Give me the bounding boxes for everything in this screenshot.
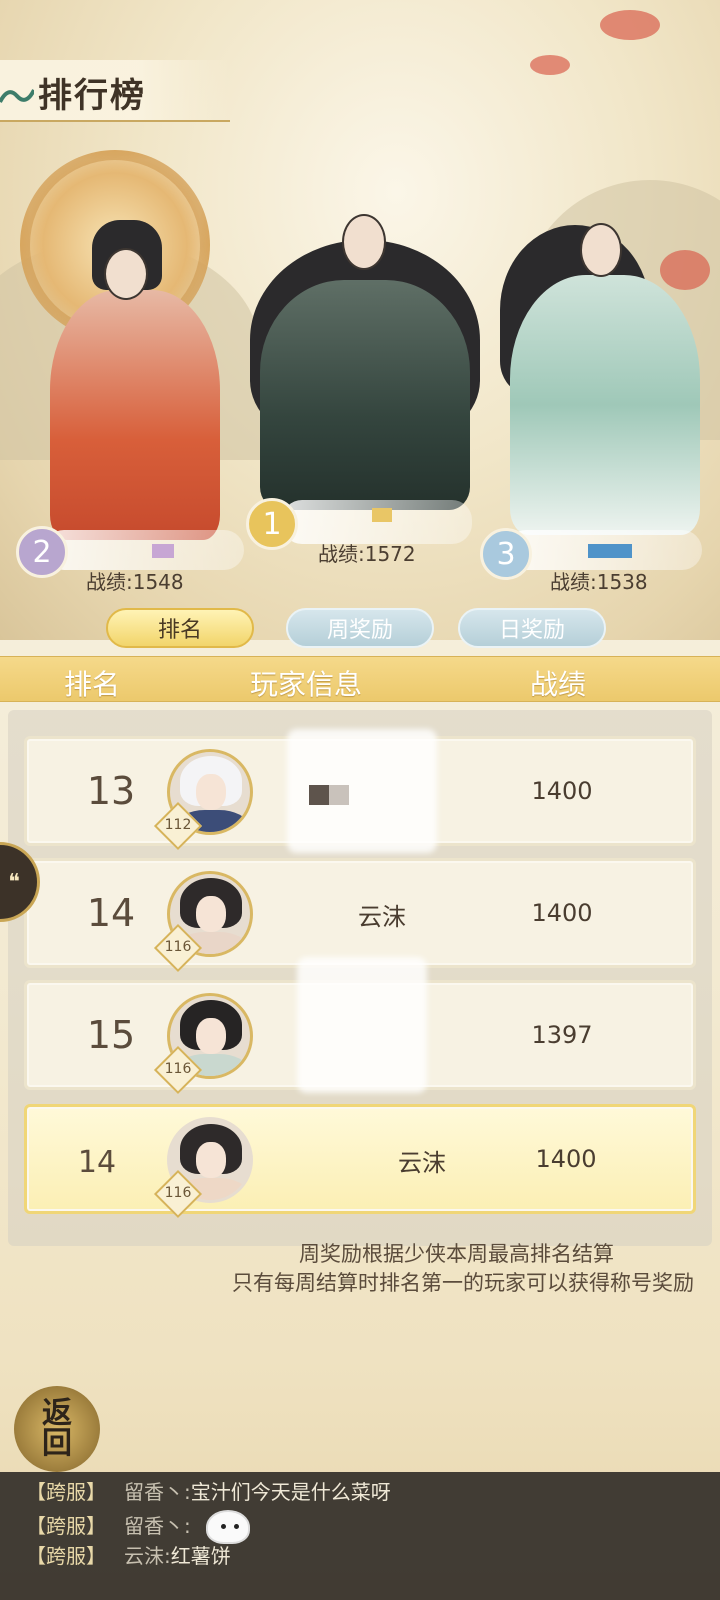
avatar-face <box>196 774 226 810</box>
avatar-face <box>196 1018 226 1054</box>
table-row[interactable]: 15 116 1397 <box>24 957 696 1095</box>
rank-badge: 1 <box>246 498 298 550</box>
chat-speaker: 留香丶: <box>124 1514 191 1538</box>
chat-speaker: 云沫: <box>124 1544 171 1568</box>
column-header-score: 战绩 <box>530 668 587 701</box>
hero-face <box>104 248 148 300</box>
player-name: 云沫 <box>398 1149 446 1177</box>
wave-icon <box>0 89 34 103</box>
redacted-name <box>297 957 427 1093</box>
chat-bubble-icon: ❝ <box>8 869 20 895</box>
player-name-redacted <box>152 544 174 558</box>
notice-line: 周奖励根据少侠本周最高排名结算 <box>299 1242 614 1266</box>
podium-plate <box>44 530 244 570</box>
hero-rank-3[interactable] <box>480 205 710 535</box>
podium-score: 战绩:1572 <box>318 542 416 566</box>
reward-notice: 周奖励根据少侠本周最高排名结算 只有每周结算时排名第一的玩家可以获得称号奖励 <box>0 1240 720 1298</box>
chat-message: 【跨服】 留香丶: <box>26 1510 191 1539</box>
row-score: 1400 <box>535 1145 597 1173</box>
chat-message: 【跨服】 云沫:红薯饼 <box>26 1540 231 1569</box>
column-header-rank: 排名 <box>64 668 121 701</box>
chat-text: 宝汁们今天是什么菜呀 <box>190 1480 391 1504</box>
hero-banner: 排行榜 1 战绩:1572 2 战绩:1548 3 战绩:1538 <box>0 0 720 640</box>
column-header-player: 玩家信息 <box>250 668 363 701</box>
row-score: 1397 <box>531 1021 593 1049</box>
tab-daily-reward[interactable]: 日奖励 <box>458 608 606 648</box>
chat-speaker: 留香丶: <box>124 1480 191 1504</box>
level-value: 116 <box>164 1185 192 1201</box>
title-bar: 排行榜 <box>0 60 230 122</box>
chat-channel: 【跨服】 <box>26 1480 106 1504</box>
hero-face <box>342 214 386 270</box>
hero-rank-1[interactable] <box>220 200 510 510</box>
blossom-decoration <box>600 10 660 40</box>
rank-badge: 3 <box>480 528 532 580</box>
ranking-list[interactable]: 13 112 1400 14 116 云沫 1400 15 116 1397 1… <box>8 710 712 1246</box>
hero-robe <box>50 290 220 540</box>
back-button[interactable]: 返 回 <box>14 1386 100 1472</box>
podium-score: 战绩:1538 <box>550 570 648 594</box>
table-row[interactable]: 14 116 云沫 1400 <box>24 858 696 973</box>
table-header: 排名 玩家信息 战绩 <box>0 656 720 702</box>
row-rank: 15 <box>86 1013 136 1057</box>
avatar-face <box>196 1142 226 1178</box>
page-title: 排行榜 <box>38 76 146 116</box>
row-rank: 13 <box>86 769 136 813</box>
chat-channel: 【跨服】 <box>26 1514 106 1538</box>
tab-bar: 排名 周奖励 日奖励 <box>0 608 720 648</box>
hero-robe <box>510 275 700 535</box>
hero-rank-2[interactable] <box>20 220 240 540</box>
table-row[interactable]: 13 112 1400 <box>24 729 696 853</box>
hero-face <box>580 223 622 277</box>
avatar-face <box>196 896 226 932</box>
my-rank-row[interactable]: 14 116 云沫 1400 <box>24 1104 696 1219</box>
tab-ranking[interactable]: 排名 <box>106 608 254 648</box>
row-score: 1400 <box>531 777 593 805</box>
player-name-redacted <box>588 544 632 558</box>
redacted-pixels <box>309 785 349 805</box>
rank-badge: 2 <box>16 526 68 578</box>
row-rank: 14 <box>86 891 136 935</box>
row-rank: 14 <box>77 1145 117 1180</box>
back-label-line2: 回 <box>42 1426 72 1461</box>
tab-weekly-reward[interactable]: 周奖励 <box>286 608 434 648</box>
podium-score: 战绩:1548 <box>86 570 184 594</box>
player-name-redacted <box>372 508 392 522</box>
notice-line: 只有每周结算时排名第一的玩家可以获得称号奖励 <box>232 1271 694 1295</box>
chat-channel: 【跨服】 <box>26 1544 106 1568</box>
chat-text: 红薯饼 <box>170 1544 231 1568</box>
back-label-line1: 返 <box>42 1396 72 1431</box>
sticker-icon <box>206 1510 250 1544</box>
hero-robe <box>260 280 470 510</box>
chat-panel[interactable]: 【跨服】 留香丶:宝汁们今天是什么菜呀 【跨服】 留香丶: 【跨服】 云沫:红薯饼 <box>0 1472 720 1600</box>
level-value: 116 <box>164 939 192 955</box>
level-value: 116 <box>164 1061 192 1077</box>
blossom-decoration <box>530 55 570 75</box>
player-name: 云沫 <box>358 903 406 931</box>
row-score: 1400 <box>531 899 593 927</box>
chat-message: 【跨服】 留香丶:宝汁们今天是什么菜呀 <box>26 1476 391 1505</box>
level-value: 112 <box>164 817 192 833</box>
